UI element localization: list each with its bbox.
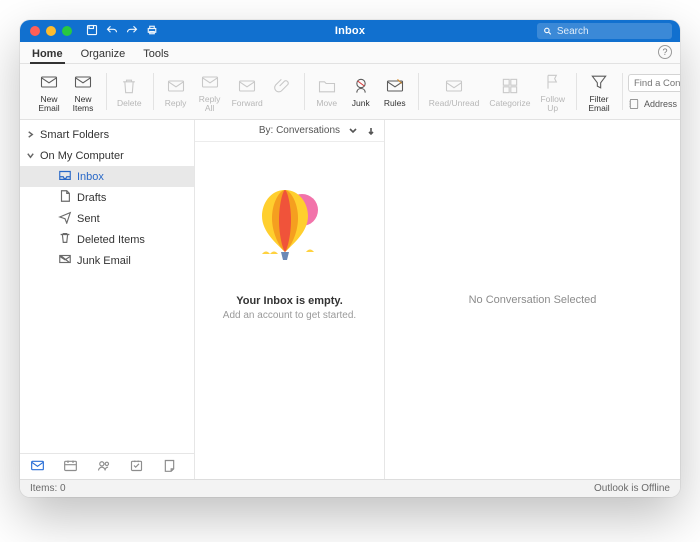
find-contact-input[interactable] [628, 74, 680, 92]
ribbon-tabs: Home Organize Tools ? [20, 42, 680, 64]
print-icon[interactable] [146, 24, 158, 39]
search-input[interactable] [557, 26, 666, 37]
sidebar-folder-junk[interactable]: Junk Email [20, 250, 194, 271]
move-button[interactable]: Move [310, 67, 344, 116]
nav-people-icon[interactable] [96, 458, 111, 476]
list-sort-header[interactable]: By: Conversations [195, 120, 384, 142]
inbox-icon [58, 168, 72, 185]
follow-up-button[interactable]: Follow Up [535, 67, 570, 116]
empty-title: Your Inbox is empty. [236, 295, 343, 307]
message-list-pane: By: Conversations Your Inbox [195, 120, 385, 479]
sidebar-folder-drafts[interactable]: Drafts [20, 187, 194, 208]
forward-button[interactable]: Forward [227, 67, 268, 116]
reply-all-button[interactable]: Reply All [193, 67, 227, 116]
tab-home[interactable]: Home [30, 48, 65, 63]
new-email-button[interactable]: New Email [32, 67, 66, 116]
folder-sidebar: Smart Folders On My Computer Inbox Draft… [20, 120, 195, 479]
sent-icon [58, 210, 72, 227]
chevron-down-icon [348, 126, 358, 136]
reading-pane: No Conversation Selected [385, 120, 680, 479]
sort-by-label: By: Conversations [259, 125, 340, 136]
tab-organize[interactable]: Organize [79, 48, 128, 63]
read-unread-button[interactable]: Read/Unread [424, 67, 485, 116]
rules-button[interactable]: Rules [378, 67, 412, 116]
reading-pane-placeholder: No Conversation Selected [469, 294, 597, 306]
redo-icon[interactable] [126, 24, 138, 39]
sidebar-folder-sent[interactable]: Sent [20, 208, 194, 229]
ribbon: New Email New Items Delete Reply Reply A… [20, 64, 680, 120]
categorize-button[interactable]: Categorize [484, 67, 535, 116]
window-controls [20, 26, 72, 36]
delete-button[interactable]: Delete [112, 67, 147, 116]
sort-direction-icon[interactable] [366, 126, 376, 136]
find-contact-field[interactable] [628, 73, 680, 93]
zoom-window-button[interactable] [62, 26, 72, 36]
nav-dock [20, 453, 194, 479]
junk-icon [58, 252, 72, 269]
sidebar-group-smart-folders[interactable]: Smart Folders [20, 124, 194, 145]
undo-icon[interactable] [106, 24, 118, 39]
empty-subtitle: Add an account to get started. [223, 310, 356, 321]
empty-inbox-state: Your Inbox is empty. Add an account to g… [195, 142, 384, 479]
trash-icon [58, 231, 72, 248]
close-window-button[interactable] [30, 26, 40, 36]
search-box[interactable] [537, 23, 672, 39]
nav-calendar-icon[interactable] [63, 458, 78, 476]
status-connection: Outlook is Offline [594, 483, 670, 494]
new-items-button[interactable]: New Items [66, 67, 100, 116]
reply-button[interactable]: Reply [159, 67, 193, 116]
minimize-window-button[interactable] [46, 26, 56, 36]
status-item-count: Items: 0 [30, 483, 66, 494]
sidebar-group-on-my-computer[interactable]: On My Computer [20, 145, 194, 166]
drafts-icon [58, 189, 72, 206]
chevron-right-icon [26, 130, 35, 139]
balloon-illustration [250, 182, 330, 277]
junk-button[interactable]: Junk [344, 67, 378, 116]
nav-mail-icon[interactable] [30, 458, 45, 476]
search-icon [543, 26, 552, 36]
tab-tools[interactable]: Tools [141, 48, 171, 63]
status-bar: Items: 0 Outlook is Offline [20, 479, 680, 497]
address-book-button[interactable]: Address Book [628, 98, 680, 110]
chevron-down-icon [26, 151, 35, 160]
sidebar-folder-inbox[interactable]: Inbox [20, 166, 194, 187]
help-icon[interactable]: ? [658, 45, 672, 59]
filter-email-button[interactable]: Filter Email [582, 67, 616, 116]
attachment-button[interactable] [268, 67, 298, 116]
save-icon[interactable] [86, 24, 98, 39]
nav-notes-icon[interactable] [162, 458, 177, 476]
nav-tasks-icon[interactable] [129, 458, 144, 476]
titlebar: Inbox [20, 20, 680, 42]
sidebar-folder-deleted[interactable]: Deleted Items [20, 229, 194, 250]
